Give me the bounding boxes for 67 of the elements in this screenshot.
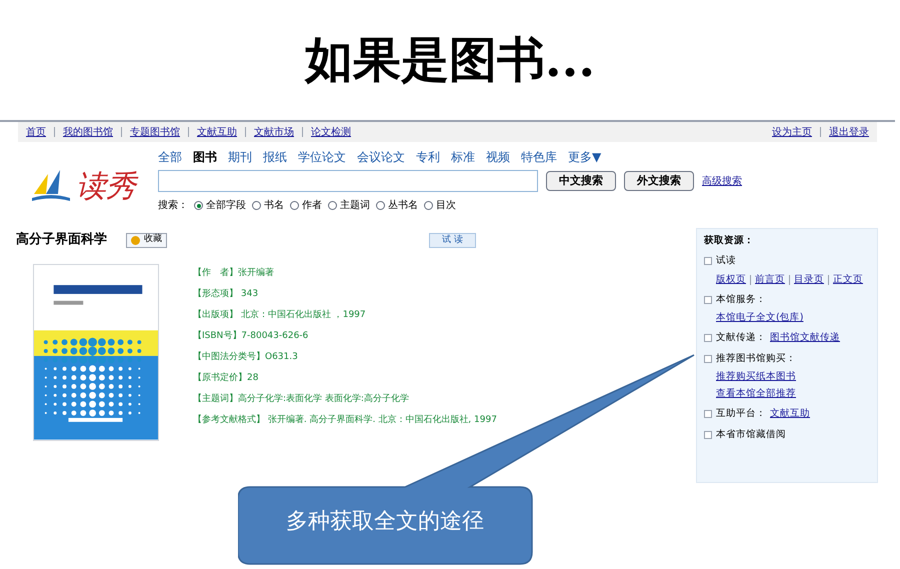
source-label: 文献传递： [716, 331, 766, 346]
scope-radio[interactable]: 书名 [252, 198, 284, 213]
category-tab[interactable]: 特色库 [521, 148, 557, 166]
trial-button[interactable]: 试 读 [429, 232, 476, 248]
sources-title: 获取资源： [704, 234, 755, 248]
search-button[interactable]: 外文搜索 [624, 171, 694, 191]
book-title: 高分子界面科学 [16, 230, 108, 250]
source-link[interactable]: 文献互助 [770, 407, 810, 422]
nav-link[interactable]: 文献市场 [254, 124, 294, 140]
source-link[interactable]: 推荐购买纸本图书 [716, 370, 870, 384]
book-detail: 【主题词】高分子化学:表面化学 表面化学:高分子化学 [193, 392, 410, 406]
category-tab[interactable]: 报纸 [263, 148, 287, 166]
source-link[interactable]: 查看本馆全部推荐 [716, 387, 870, 402]
category-tab[interactable]: 标准 [451, 148, 475, 166]
book-detail: 【中图法分类号】O631.3 [193, 350, 299, 364]
nav-link[interactable]: 专题图书馆 [130, 124, 180, 140]
source-label: 推荐图书馆购买： [716, 352, 796, 366]
bullet-icon [704, 296, 712, 304]
nav-link[interactable]: 我的图书馆 [63, 124, 113, 140]
source-link[interactable]: 正文页 [833, 272, 863, 287]
source-label: 本馆服务： [716, 292, 766, 307]
category-tab[interactable]: 学位论文 [298, 148, 346, 166]
bullet-icon [704, 354, 712, 363]
book-detail: 【ISBN号】7-80043-626-6 [193, 330, 310, 343]
book-detail: 【原书定价】28 [193, 372, 260, 385]
sailboat-logo-icon [30, 168, 72, 204]
book-detail: 【作 者】张开编著 [193, 266, 275, 280]
advanced-search-link[interactable]: 高级搜索 [702, 174, 742, 188]
scope-radio[interactable]: 作者 [290, 198, 322, 213]
source-link[interactable]: 本馆电子全文(包库) [716, 311, 870, 326]
slide-title: 如果是图书... [304, 31, 596, 90]
category-tab[interactable]: 更多▼ [568, 148, 602, 166]
nav-link[interactable]: 论文检测 [311, 124, 351, 140]
bullet-icon [704, 410, 712, 418]
scope-radio[interactable]: 丛书名 [376, 198, 418, 213]
nav-link[interactable]: 首页 [26, 124, 46, 140]
book-detail: 【出版项】 北京：中国石化出版社 ，1997 [193, 308, 367, 322]
source-link[interactable]: 目录页 [794, 272, 824, 287]
search-field[interactable] [158, 170, 538, 192]
source-link[interactable]: 图书馆文献传递 [770, 331, 840, 346]
category-tab[interactable]: 专利 [416, 148, 440, 166]
nav-link[interactable]: 退出登录 [829, 124, 869, 140]
book-detail: 【参考文献格式】 张开编著. 高分子界面科学. 北京：中国石化出版社, 1997 [193, 414, 497, 427]
callout-text: 多种获取全文的途径 [285, 508, 485, 536]
category-tab[interactable]: 期刊 [228, 148, 252, 166]
search-button[interactable]: 中文搜索 [546, 171, 616, 191]
category-tab[interactable]: 视频 [486, 148, 510, 166]
source-link[interactable]: 前言页 [755, 272, 785, 287]
source-link[interactable]: 版权页 [716, 272, 746, 287]
source-label: 本省市馆藏借阅 [716, 428, 786, 442]
nav-link[interactable]: 设为主页 [772, 124, 812, 140]
category-tab[interactable]: 图书 [193, 148, 217, 166]
bullet-icon [704, 334, 712, 342]
bullet-icon [704, 430, 712, 439]
scope-radio[interactable]: 目次 [424, 198, 456, 213]
category-tab[interactable]: 全部 [158, 148, 182, 166]
source-label: 试读 [716, 254, 736, 268]
scope-label: 搜索： [158, 198, 188, 213]
source-label: 互助平台： [716, 407, 766, 422]
logo-text: 读秀 [76, 164, 136, 208]
bullet-icon [704, 257, 712, 266]
category-tab[interactable]: 会议论文 [357, 148, 405, 166]
scope-radio[interactable]: 全部字段 [194, 198, 246, 213]
scope-radio[interactable]: 主题词 [328, 198, 370, 213]
nav-link[interactable]: 文献互助 [197, 124, 237, 140]
book-detail: 【形态项】 343 [193, 288, 260, 301]
collect-button[interactable]: 收藏 [126, 232, 167, 248]
